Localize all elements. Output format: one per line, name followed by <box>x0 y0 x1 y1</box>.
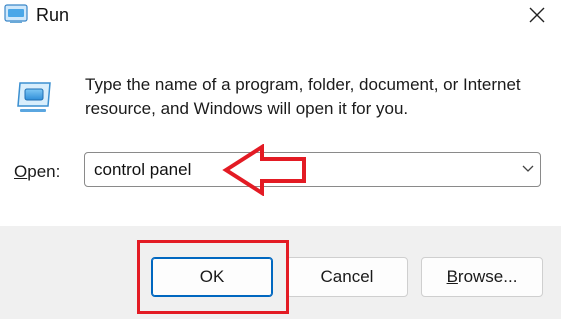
run-description: Type the name of a program, folder, docu… <box>85 75 521 118</box>
annotation-arrow <box>222 144 306 196</box>
open-label-text: pen: <box>27 162 61 181</box>
open-combobox[interactable] <box>84 152 541 187</box>
open-label-accelerator: O <box>14 162 28 181</box>
cancel-button[interactable]: Cancel <box>286 257 408 297</box>
ok-button[interactable]: OK <box>151 257 273 297</box>
run-icon <box>17 82 51 112</box>
title-bar: Run <box>0 0 561 34</box>
open-label: Open: <box>14 162 60 182</box>
run-app-icon <box>4 4 28 23</box>
browse-label: rowse... <box>457 267 518 286</box>
close-icon <box>529 7 545 23</box>
chevron-down-icon[interactable] <box>521 163 535 175</box>
browse-button[interactable]: Browse... <box>421 257 543 297</box>
browse-accelerator: B <box>446 267 458 286</box>
close-button[interactable] <box>514 0 561 32</box>
window-title: Run <box>36 5 70 25</box>
